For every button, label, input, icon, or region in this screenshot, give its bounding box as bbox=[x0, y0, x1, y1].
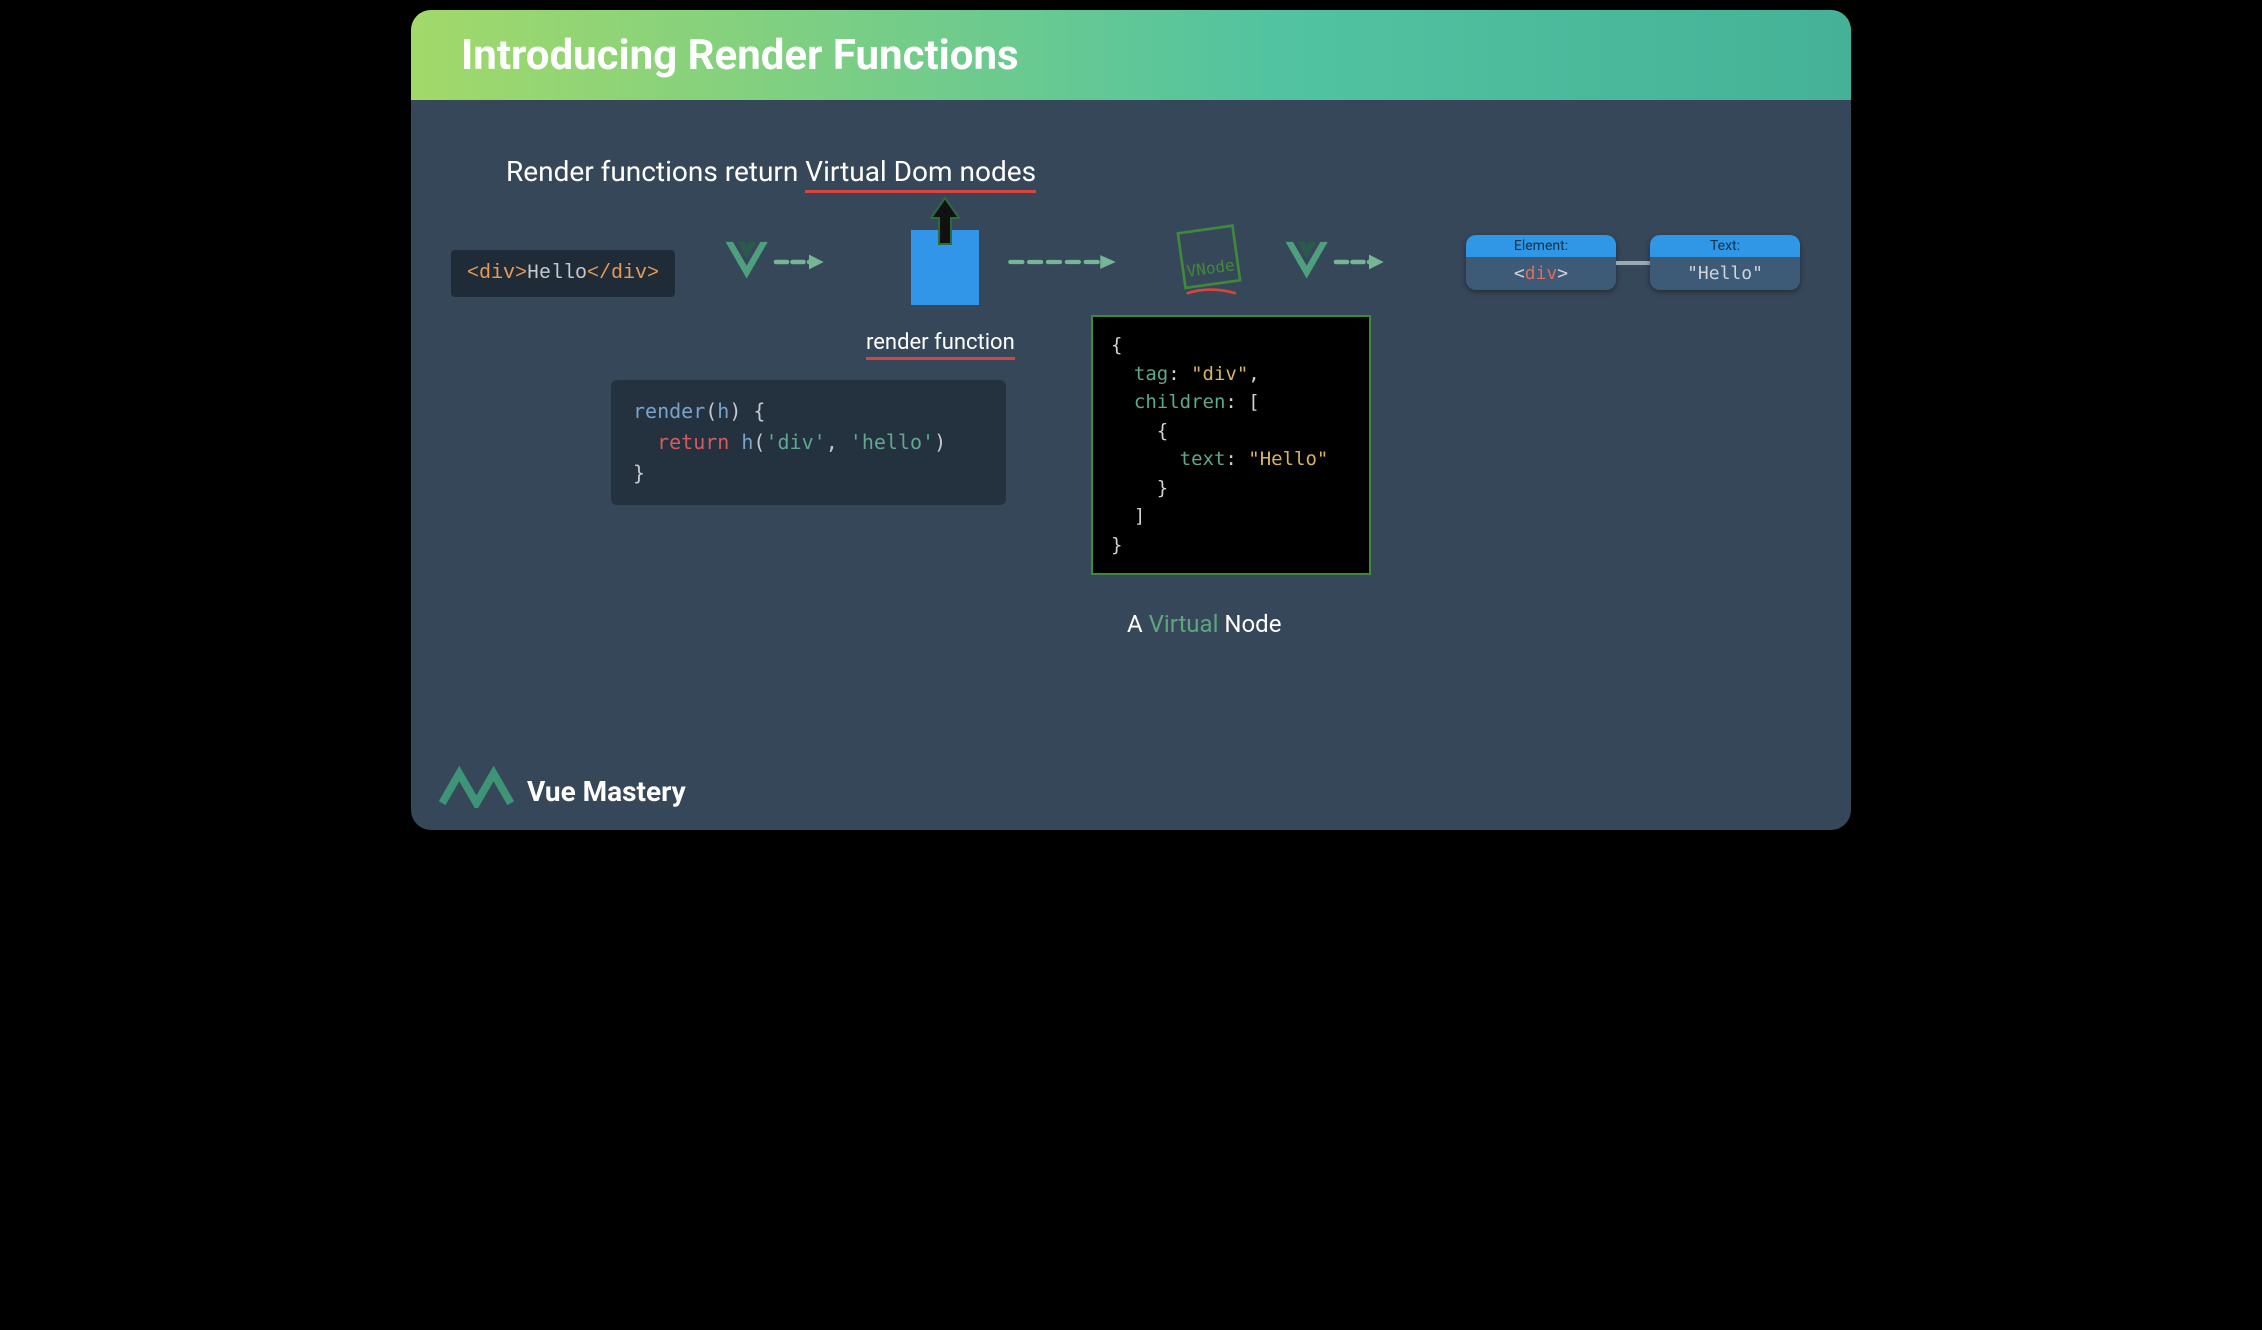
subtitle-prefix: Render functions return bbox=[506, 155, 805, 188]
render-function-label: render function bbox=[866, 330, 1015, 360]
dom-node-element: Element: <div> bbox=[1466, 235, 1616, 290]
dom-node-pair: Element: <div> Text: "Hello" bbox=[1466, 235, 1800, 290]
hello-text: Hello bbox=[527, 262, 587, 285]
subtitle-emphasis: Virtual Dom nodes bbox=[805, 155, 1036, 193]
dom-node-text: Text: "Hello" bbox=[1650, 235, 1800, 290]
arrow-up-icon bbox=[925, 196, 965, 256]
code-vnode-snippet: { tag: "div", children: [ { text: "Hello… bbox=[1091, 315, 1371, 575]
dashed-arrow-icon bbox=[1006, 242, 1126, 282]
close-tag: </div> bbox=[587, 262, 659, 285]
open-tag: <div> bbox=[467, 262, 527, 285]
slide-title: Introducing Render Functions bbox=[461, 31, 1019, 80]
code-render-snippet: render(h) { return h('div', 'hello') } bbox=[611, 380, 1006, 505]
vnode-tile-label: VNode bbox=[1185, 255, 1235, 281]
brand-text: Vue Mastery bbox=[527, 775, 686, 808]
code-hello-snippet: <div>Hello</div> bbox=[451, 250, 675, 297]
brand-logo-icon bbox=[439, 764, 517, 808]
node-header: Element: bbox=[1466, 235, 1616, 257]
node-connector bbox=[1616, 261, 1650, 265]
subtitle: Render functions return Virtual Dom node… bbox=[506, 155, 1036, 193]
slide: Introducing Render Functions Render func… bbox=[411, 10, 1851, 830]
vue-arrow-icon bbox=[721, 232, 831, 292]
title-bar: Introducing Render Functions bbox=[411, 10, 1851, 100]
vnode-tile-icon: VNode bbox=[1165, 222, 1255, 302]
node-body: <div> bbox=[1466, 257, 1616, 290]
vnode-caption: A Virtual Node bbox=[1127, 610, 1281, 638]
node-header: Text: bbox=[1650, 235, 1800, 257]
brand: Vue Mastery bbox=[439, 764, 686, 808]
node-body: "Hello" bbox=[1650, 257, 1800, 290]
vue-arrow-icon bbox=[1281, 232, 1391, 292]
